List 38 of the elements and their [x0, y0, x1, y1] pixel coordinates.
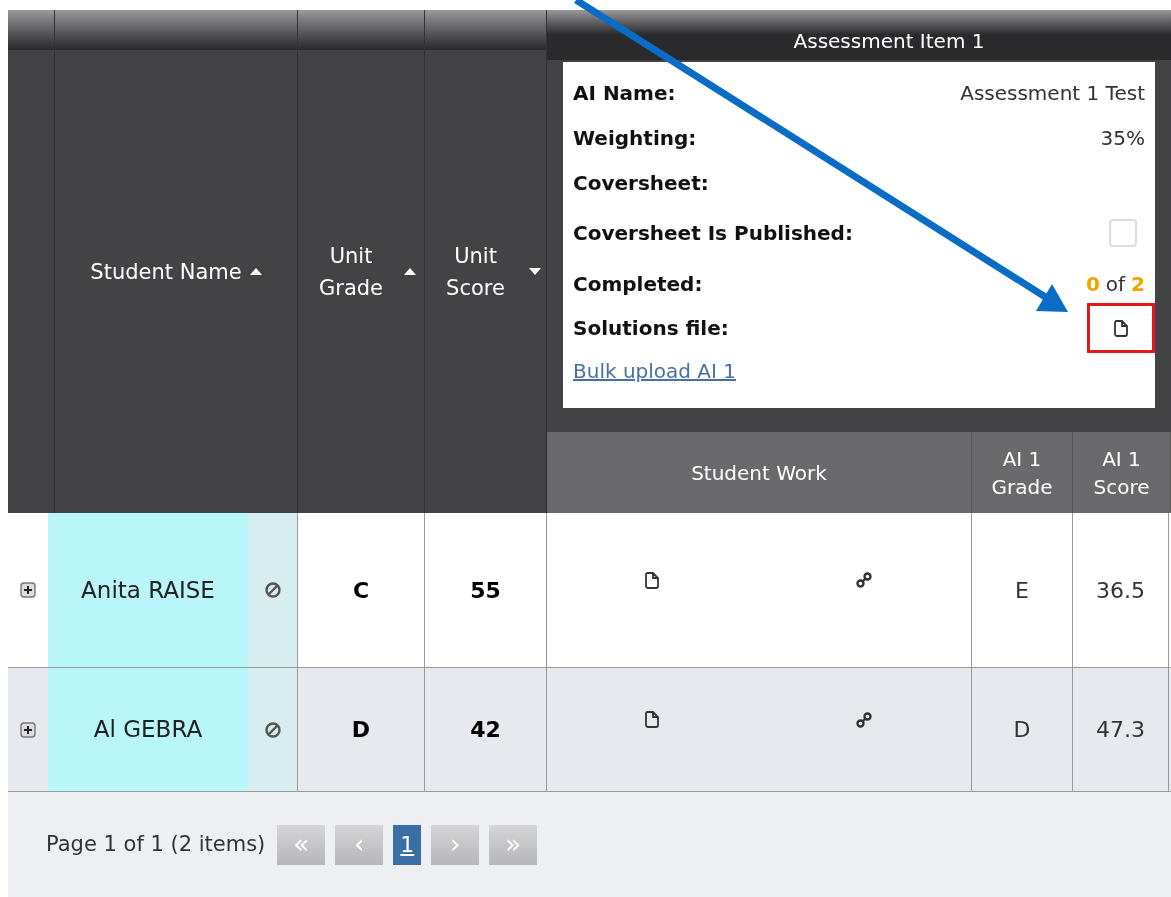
page-summary: Page 1 of 1 (2 items)	[46, 830, 266, 858]
student-name[interactable]: Al GEBRA	[93, 712, 203, 747]
total-count: 2	[1131, 270, 1145, 298]
field-label: Solutions file:	[573, 315, 729, 342]
table-cell-text: 36.5	[1096, 576, 1145, 605]
field-label: AI Name:	[573, 79, 676, 107]
table-cell-text: C	[352, 576, 370, 605]
group-header: Assessment Item 1	[547, 10, 1171, 60]
of-text: of	[1105, 270, 1126, 298]
field-label: Completed:	[573, 270, 703, 298]
table-cell-text: 55	[470, 576, 501, 605]
field-value: Assessment 1 Test	[960, 79, 1145, 107]
field-label: Weighting:	[573, 124, 697, 152]
document-icon[interactable]	[1114, 319, 1128, 337]
link-icon[interactable]	[855, 571, 873, 589]
expand-icon[interactable]	[20, 582, 36, 598]
student-name[interactable]: Anita RAISE	[81, 572, 215, 608]
field-value: 35%	[1100, 124, 1145, 152]
table-cell-text: E	[1015, 576, 1029, 605]
table-cell-text: 47.3	[1096, 716, 1145, 744]
bulk-upload-link[interactable]: Bulk upload AI 1	[573, 356, 737, 386]
published-checkbox[interactable]	[1109, 219, 1137, 247]
column-header[interactable]: Unit Score	[425, 10, 547, 513]
column-header[interactable]: Unit Grade	[298, 10, 425, 513]
document-icon[interactable]	[645, 571, 659, 589]
field-label: Coversheet:	[573, 169, 709, 197]
column-header[interactable]: Student Name	[55, 10, 298, 513]
document-icon[interactable]	[645, 711, 659, 728]
table-cell-text: D	[1013, 716, 1031, 744]
field-label: Coversheet Is Published:	[573, 220, 853, 247]
pager-button[interactable]: 1	[393, 824, 422, 865]
blocked-icon[interactable]	[264, 582, 281, 598]
table-cell-text: 42	[470, 716, 501, 744]
blocked-icon[interactable]	[264, 721, 281, 738]
table-cell-text: D	[351, 716, 371, 744]
expand-icon[interactable]	[20, 721, 36, 738]
completed-count: 0	[1085, 270, 1100, 298]
link-icon[interactable]	[855, 710, 873, 729]
